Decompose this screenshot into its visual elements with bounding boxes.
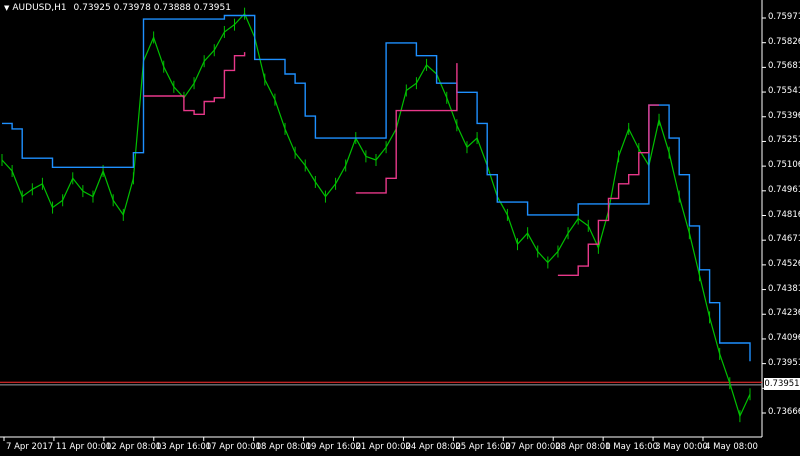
x-tick-label: 3 May 00:00	[655, 442, 708, 452]
x-tick-label: 12 Apr 08:00	[105, 442, 162, 452]
y-tick-label: 0.74526	[768, 258, 800, 269]
y-tick-label: 0.75681	[768, 61, 800, 72]
x-tick-label: 19 Apr 16:00	[305, 442, 361, 452]
y-tick-label: 0.75396	[768, 110, 800, 121]
y-tick-label: 0.74381	[768, 283, 800, 294]
y-tick-label: 0.74816	[768, 209, 800, 220]
symbol-label: AUDUSD,H1	[12, 3, 67, 13]
y-tick-label: 0.74096	[768, 332, 800, 343]
x-tick-label: 21 Apr 00:00	[355, 442, 411, 452]
y-tick-label: 0.75251	[768, 135, 800, 146]
x-tick-label: 1 May 16:00	[605, 442, 659, 452]
x-tick-label: 17 Apr 00:00	[205, 442, 262, 452]
x-tick-label: 27 Apr 00:00	[505, 442, 561, 452]
y-tick-label: 0.75826	[768, 36, 800, 47]
x-tick-label: 24 Apr 08:00	[405, 442, 461, 452]
y-tick-label: 0.73951	[768, 357, 800, 368]
y-tick-label: 0.74961	[768, 184, 800, 195]
x-tick-label: 18 Apr 08:00	[255, 442, 312, 452]
y-tick-label: 0.75971	[768, 12, 800, 22]
x-tick-label: 13 Apr 16:00	[155, 442, 212, 452]
chart-background	[0, 0, 800, 456]
x-tick-label: 7 Apr 2017	[6, 442, 54, 452]
chart-header: ▼ AUDUSD,H1 0.73925 0.73978 0.73888 0.739…	[4, 3, 231, 13]
y-tick-label: 0.73666	[768, 407, 800, 417]
y-tick-label: 0.75541	[768, 86, 800, 97]
x-tick-label: 25 Apr 16:00	[455, 442, 511, 452]
y-tick-label: 0.74236	[768, 308, 800, 319]
y-tick-label: 0.75106	[768, 160, 800, 171]
current-price-box: 0.73951	[764, 378, 800, 390]
y-tick-label: 0.74671	[768, 234, 800, 245]
triangle-down-icon[interactable]: ▼	[4, 4, 9, 12]
price-chart[interactable]	[0, 0, 800, 456]
x-tick-label: 4 May 08:00	[705, 442, 758, 452]
x-tick-label: 11 Apr 00:00	[55, 442, 112, 452]
x-tick-label: 28 Apr 08:00	[555, 442, 611, 452]
ohlc-values: 0.73925 0.73978 0.73888 0.73951	[73, 3, 231, 13]
